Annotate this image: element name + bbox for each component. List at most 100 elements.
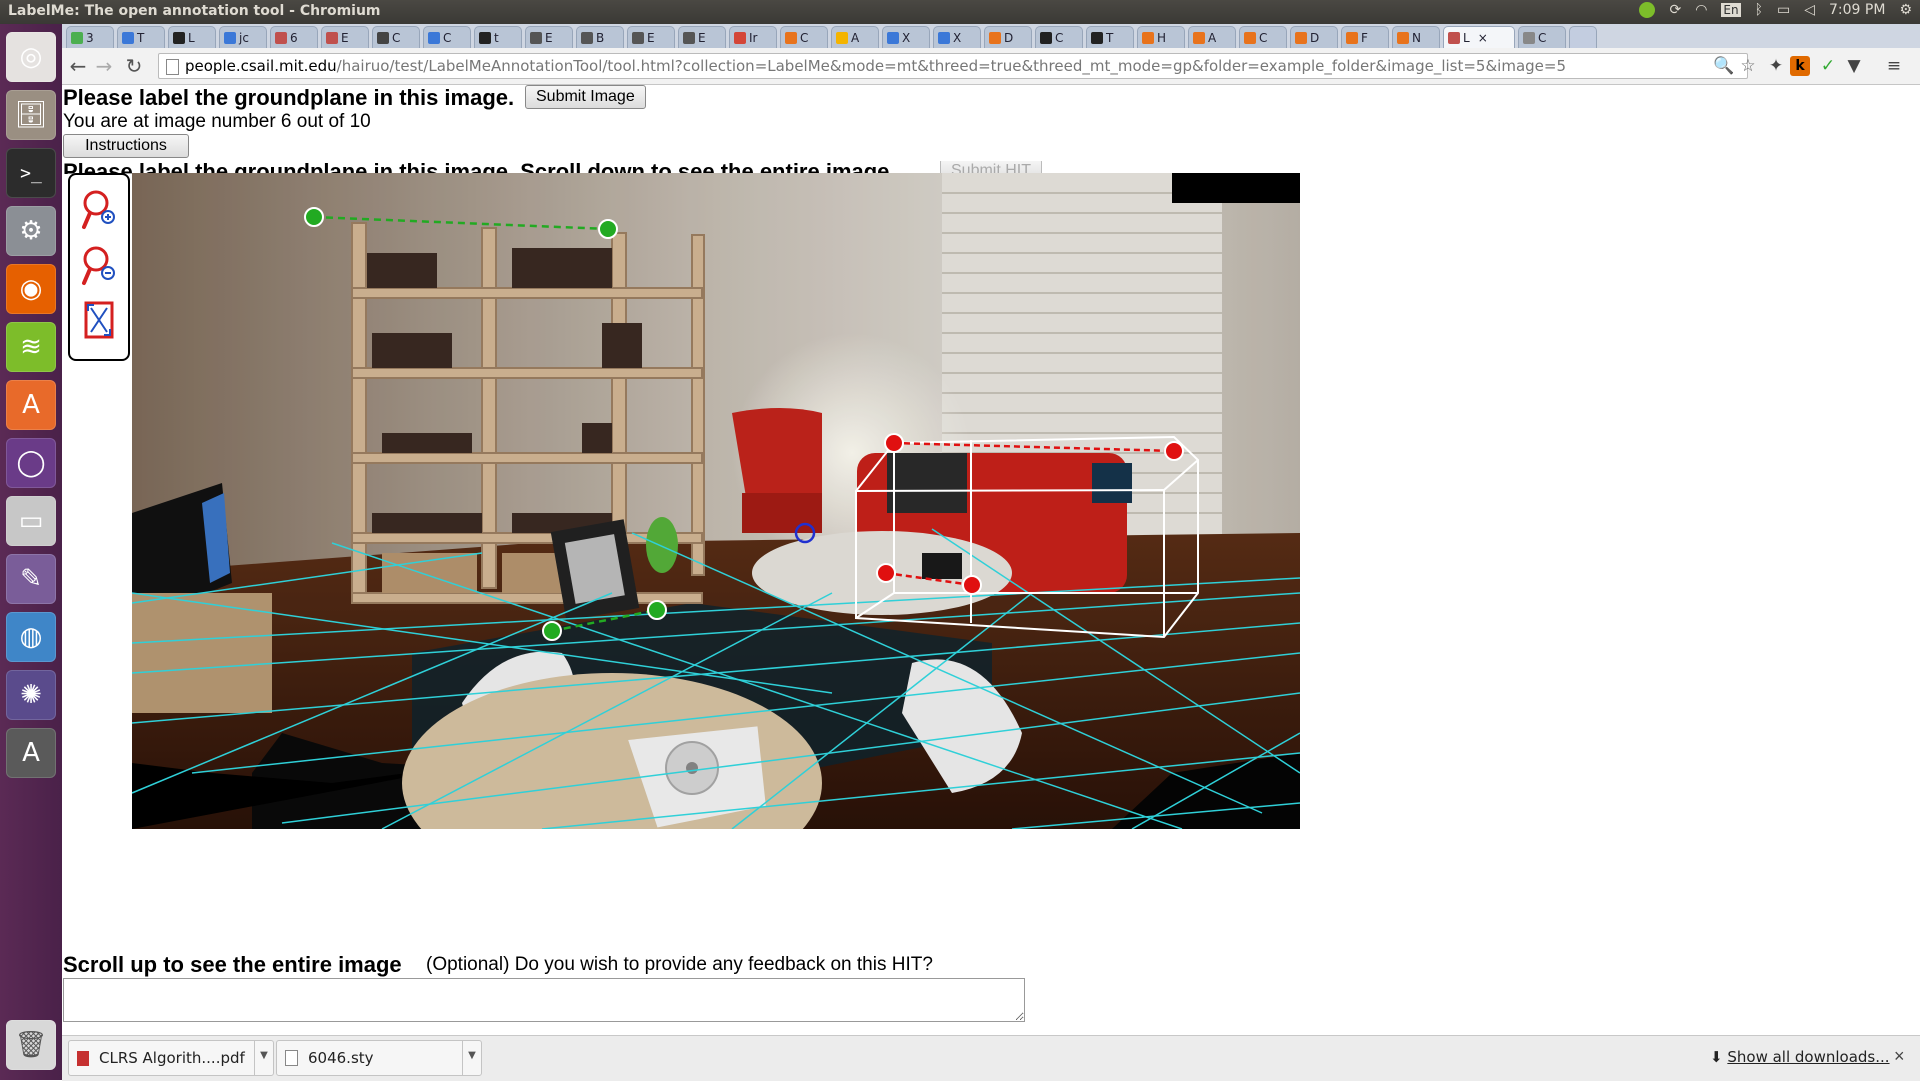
- sync-icon[interactable]: ⟳: [1669, 2, 1681, 18]
- zoom-out-icon[interactable]: [80, 243, 118, 287]
- browser-tab[interactable]: t: [474, 26, 522, 48]
- annotation-canvas[interactable]: [132, 173, 1300, 829]
- browser-tab[interactable]: E: [627, 26, 675, 48]
- show-all-downloads-label: Show all downloads...: [1727, 1048, 1890, 1066]
- battery-icon[interactable]: ▭: [1777, 2, 1790, 18]
- red-handle-point[interactable]: [1164, 441, 1184, 461]
- new-tab-button[interactable]: [1569, 26, 1597, 48]
- browser-tab[interactable]: jc: [219, 26, 267, 48]
- browser-tab[interactable]: C: [372, 26, 420, 48]
- tab-strip: 3 T Ljc 6 E C Ct E B E E Ir C A X X D C T H A C D F N L × C: [62, 24, 1920, 48]
- fit-to-screen-icon[interactable]: [80, 299, 118, 343]
- green-handle-point[interactable]: [598, 219, 618, 239]
- tab-label: C: [1055, 30, 1064, 45]
- tab-favicon-icon: [1295, 31, 1307, 44]
- extension-pocket-icon[interactable]: ▼: [1842, 54, 1866, 78]
- back-button[interactable]: ←: [66, 54, 90, 78]
- forward-button[interactable]: →: [92, 54, 116, 78]
- bluetooth-icon[interactable]: ᛒ: [1755, 2, 1763, 18]
- instructions-button[interactable]: Instructions: [63, 134, 189, 158]
- updater-icon[interactable]: A: [6, 728, 56, 778]
- red-handle-point[interactable]: [876, 563, 896, 583]
- browser-tab[interactable]: 6: [270, 26, 318, 48]
- submit-image-button[interactable]: Submit Image: [525, 85, 646, 109]
- editor-icon[interactable]: ✎: [6, 554, 56, 604]
- gear-icon[interactable]: ⚙: [1899, 2, 1912, 18]
- browser-tab[interactable]: C: [780, 26, 828, 48]
- address-bar[interactable]: people.csail.mit.edu/hairuo/test/LabelMe…: [158, 53, 1748, 79]
- chevron-down-icon[interactable]: ▼: [462, 1041, 481, 1075]
- spotify-icon[interactable]: ≋: [6, 322, 56, 372]
- zoom-tool-panel: [68, 173, 130, 361]
- red-handle-point[interactable]: [962, 575, 982, 595]
- browser-tab[interactable]: Ir: [729, 26, 777, 48]
- disk-icon[interactable]: ▭: [6, 496, 56, 546]
- close-tab-icon[interactable]: ×: [1478, 31, 1488, 45]
- tab-label: E: [647, 30, 655, 45]
- clock[interactable]: 7:09 PM: [1829, 2, 1885, 18]
- tab-favicon-icon: [377, 31, 389, 44]
- browser-tab[interactable]: C: [1035, 26, 1083, 48]
- keyboard-layout[interactable]: En: [1721, 3, 1741, 17]
- browser-tab[interactable]: B: [576, 26, 624, 48]
- chevron-down-icon[interactable]: ▼: [254, 1041, 273, 1075]
- feedback-textarea[interactable]: [63, 978, 1025, 1022]
- browser-tab[interactable]: F: [1341, 26, 1389, 48]
- trash-icon[interactable]: 🗑: [6, 1020, 56, 1070]
- green-handle-point[interactable]: [647, 600, 667, 620]
- extension-check-icon[interactable]: ✓: [1816, 54, 1840, 78]
- browser-tab[interactable]: A: [831, 26, 879, 48]
- software-center-icon[interactable]: A: [6, 380, 56, 430]
- extension-k-icon[interactable]: k: [1790, 56, 1810, 76]
- show-all-downloads-link[interactable]: ⬇ Show all downloads...: [1710, 1048, 1890, 1066]
- browser-tab[interactable]: C: [423, 26, 471, 48]
- download-item[interactable]: CLRS Algorith....pdf ▼: [68, 1040, 274, 1076]
- browser-tab[interactable]: C: [1239, 26, 1287, 48]
- firefox-icon[interactable]: ◉: [6, 264, 56, 314]
- browser-tab[interactable]: L ×: [1443, 26, 1515, 48]
- browser-tab[interactable]: H: [1137, 26, 1185, 48]
- browser-tab[interactable]: T: [1086, 26, 1134, 48]
- close-downloads-button[interactable]: ×: [1894, 1046, 1905, 1067]
- reload-button[interactable]: ↻: [122, 54, 146, 78]
- chromium-icon[interactable]: ◍: [6, 612, 56, 662]
- download-label: CLRS Algorith....pdf: [99, 1049, 245, 1067]
- volume-icon[interactable]: ◁: [1804, 2, 1815, 18]
- browser-tab[interactable]: 3: [66, 26, 114, 48]
- ubuntu-dash-icon[interactable]: ◎: [6, 32, 56, 82]
- green-handle-point[interactable]: [304, 207, 324, 227]
- browser-tab[interactable]: N: [1392, 26, 1440, 48]
- tab-favicon-icon: [71, 31, 83, 44]
- browser-tab[interactable]: X: [882, 26, 930, 48]
- menu-icon[interactable]: ≡: [1882, 54, 1906, 78]
- browser-tab[interactable]: E: [525, 26, 573, 48]
- browser-tab[interactable]: E: [321, 26, 369, 48]
- tab-label: F: [1361, 30, 1368, 45]
- spotify-tray-icon[interactable]: [1639, 2, 1656, 18]
- browser-tab[interactable]: E: [678, 26, 726, 48]
- browser-tab[interactable]: T: [117, 26, 165, 48]
- app-spiral-icon[interactable]: ✺: [6, 670, 56, 720]
- browser-tab[interactable]: D: [984, 26, 1032, 48]
- browser-tab[interactable]: C: [1518, 26, 1566, 48]
- red-handle-point[interactable]: [884, 433, 904, 453]
- url-host: people.csail.mit.edu: [185, 57, 337, 75]
- terminal-icon[interactable]: >_: [6, 148, 56, 198]
- bookmark-star-icon[interactable]: ☆: [1736, 54, 1760, 78]
- browser-tab[interactable]: L: [168, 26, 216, 48]
- files-icon[interactable]: 🗄: [6, 90, 56, 140]
- browser-tab[interactable]: D: [1290, 26, 1338, 48]
- green-handle-point[interactable]: [542, 621, 562, 641]
- browser-tab[interactable]: X: [933, 26, 981, 48]
- settings-icon[interactable]: ⚙: [6, 206, 56, 256]
- app-icon[interactable]: ◯: [6, 438, 56, 488]
- download-item[interactable]: 6046.sty ▼: [276, 1040, 482, 1076]
- zoom-icon[interactable]: 🔍: [1712, 54, 1736, 78]
- browser-tab[interactable]: A: [1188, 26, 1236, 48]
- wifi-icon[interactable]: ◠: [1695, 2, 1707, 18]
- tab-favicon-icon: [1244, 31, 1256, 44]
- tab-label: A: [1208, 30, 1217, 45]
- extension-puzzle-icon[interactable]: ✦: [1764, 54, 1788, 78]
- tab-label: L: [1463, 30, 1470, 45]
- zoom-in-icon[interactable]: [80, 187, 118, 231]
